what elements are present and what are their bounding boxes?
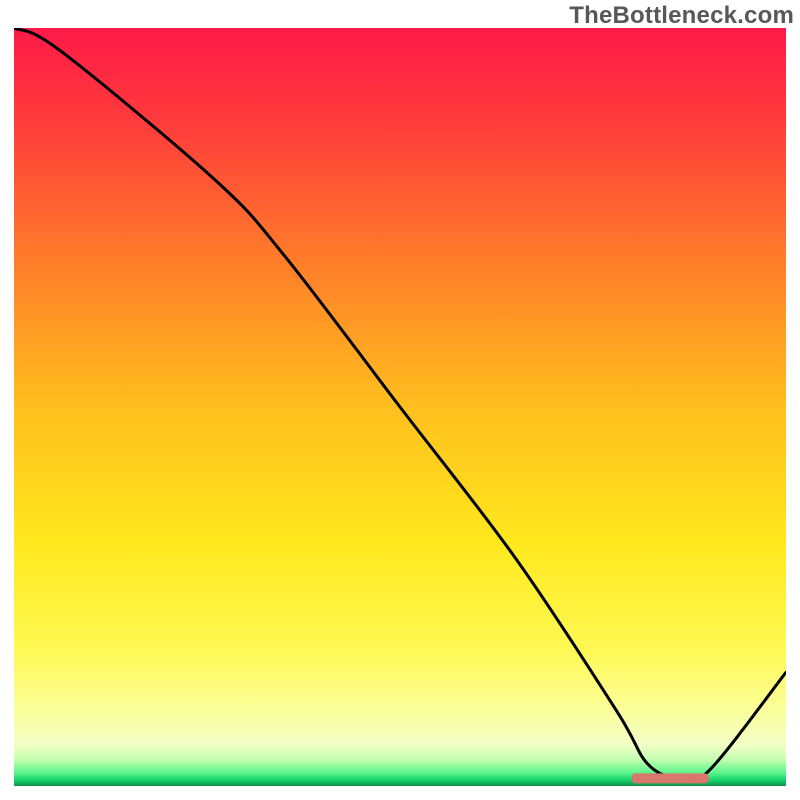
bottleneck-chart: [14, 28, 786, 786]
chart-stage: TheBottleneck.com: [0, 0, 800, 800]
watermark-text: TheBottleneck.com: [569, 2, 794, 30]
optimal-range-marker: [632, 773, 709, 783]
plot-area: [14, 28, 786, 786]
